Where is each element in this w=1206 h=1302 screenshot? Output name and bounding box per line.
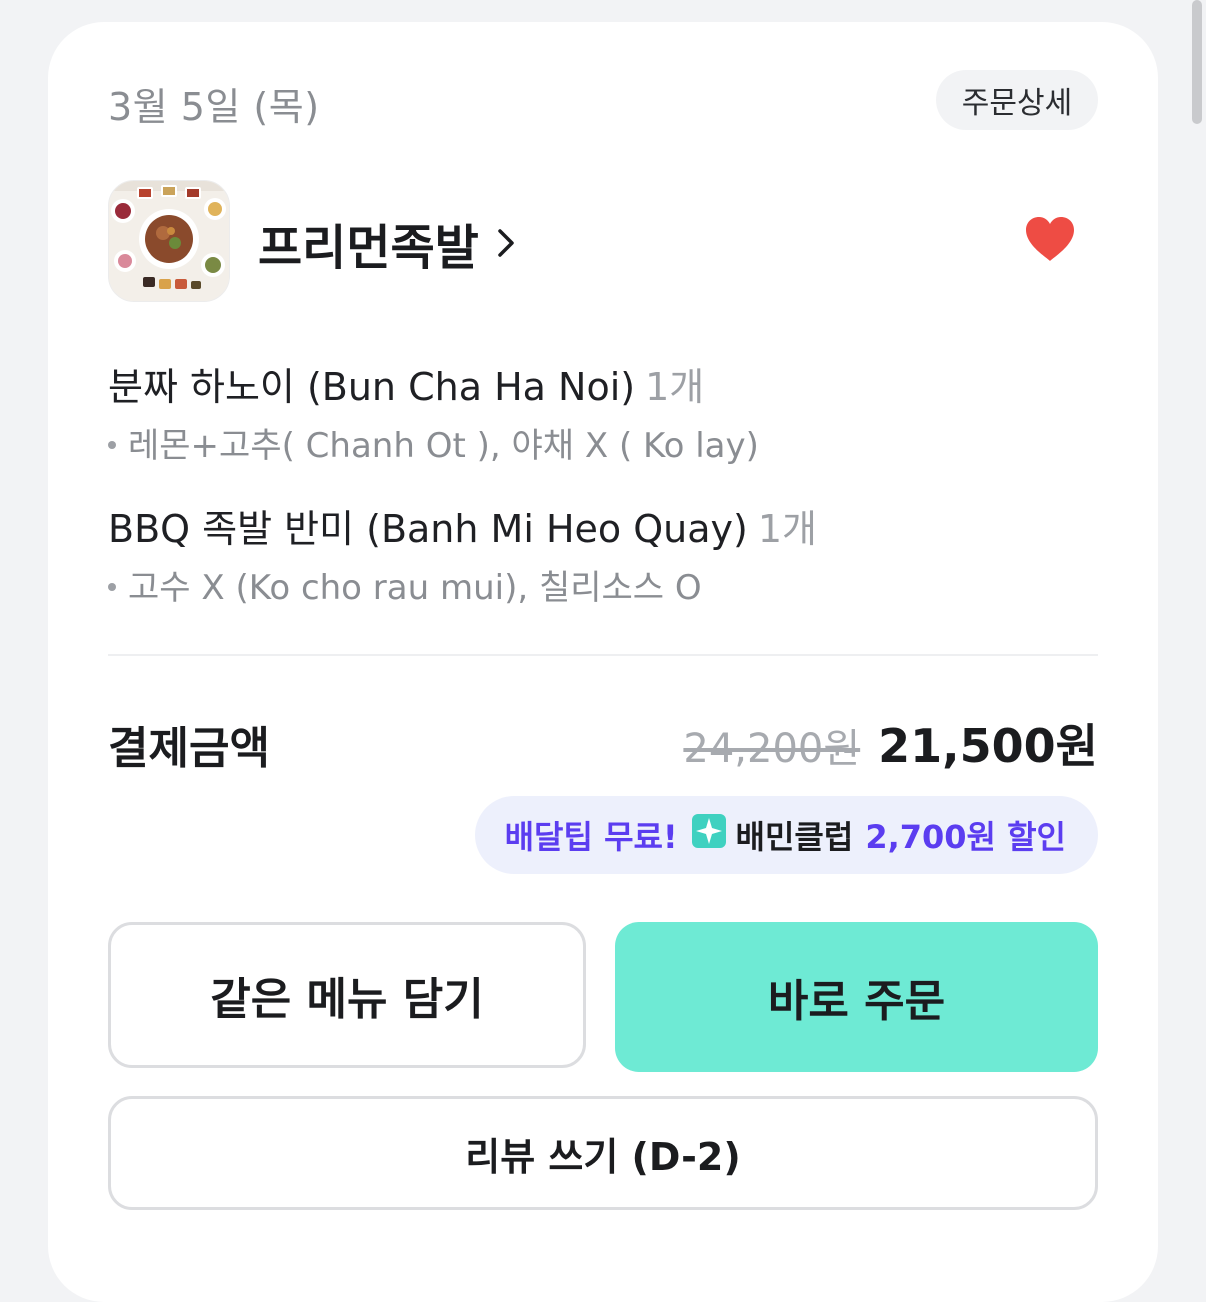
store-name-link[interactable]: 프리먼족발 xyxy=(258,208,515,278)
write-review-button[interactable]: 리뷰 쓰기 (D-2) xyxy=(108,1096,1098,1210)
store-name: 프리먼족발 xyxy=(258,220,479,276)
promo-badge: 배달팁 무료! 배민클럽 2,700원 할인 xyxy=(474,796,1098,874)
menu-item-name: BBQ 족발 반미 (Banh Mi Heo Quay) xyxy=(108,507,748,551)
menu-item-qty: 1개 xyxy=(645,365,705,409)
menu-item-options: 레몬+고추( Chanh Ot ), 야채 X ( Ko lay) xyxy=(108,418,759,467)
club-discount: 2,700원 할인 xyxy=(865,818,1066,856)
divider xyxy=(108,654,1098,656)
free-delivery-text: 배달팁 무료! xyxy=(504,818,678,856)
order-date: 3월 5일 (목) xyxy=(108,85,320,129)
menu-item-name: 분짜 하노이 (Bun Cha Ha Noi) xyxy=(108,365,636,409)
original-price: 24,200원 xyxy=(683,726,861,772)
menu-item-qty: 1개 xyxy=(757,507,817,551)
menu-item-options-text: 고수 X (Ko cho rau mui), 칠리소스 O xyxy=(128,568,702,608)
payment-label: 결제금액 xyxy=(108,723,270,774)
baemin-club-icon xyxy=(691,814,726,856)
store-thumbnail[interactable] xyxy=(108,180,230,302)
chevron-right-icon xyxy=(497,215,515,271)
food-photo-image xyxy=(109,181,229,301)
bullet-icon xyxy=(108,582,116,591)
page-scrollbar[interactable] xyxy=(1192,0,1202,124)
bullet-icon xyxy=(108,440,116,449)
payment-amounts: 24,200원 21,500원 xyxy=(683,710,1098,776)
add-same-menu-button[interactable]: 같은 메뉴 담기 xyxy=(108,922,586,1068)
menu-item-options-text: 레몬+고추( Chanh Ot ), 야채 X ( Ko lay) xyxy=(128,426,759,466)
final-price: 21,500원 xyxy=(878,719,1098,773)
club-name: 배민클럽 xyxy=(735,818,854,856)
order-now-button[interactable]: 바로 주문 xyxy=(615,922,1098,1072)
menu-item-options: 고수 X (Ko cho rau mui), 칠리소스 O xyxy=(108,560,702,609)
menu-item: 분짜 하노이 (Bun Cha Ha Noi) 1개 xyxy=(108,356,704,411)
menu-item: BBQ 족발 반미 (Banh Mi Heo Quay) 1개 xyxy=(108,498,817,553)
order-detail-button[interactable]: 주문상세 xyxy=(936,70,1098,130)
order-card: 3월 5일 (목) 주문상세 프리먼족발 분짜 하노이 (Bun Cha Ha … xyxy=(48,22,1158,1302)
heart-icon[interactable] xyxy=(1024,215,1076,263)
